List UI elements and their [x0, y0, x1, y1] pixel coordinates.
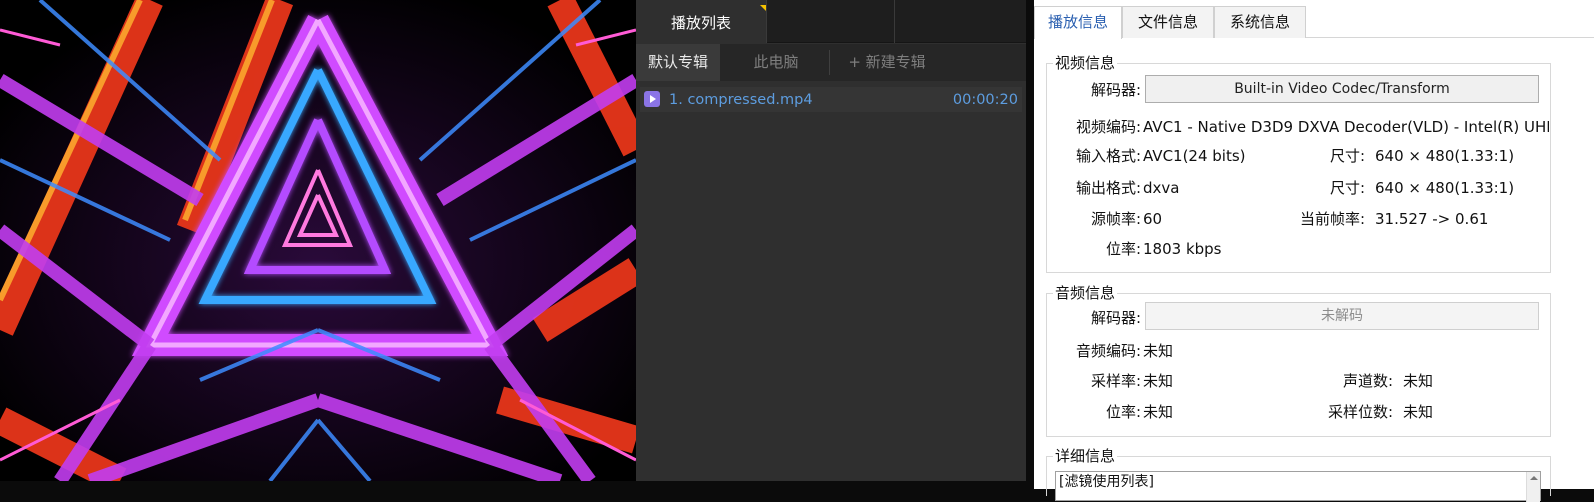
playlist-panel: 播放列表 默认专辑 此电脑 + 新建专辑 1. compressed.mp4 0… — [636, 0, 1026, 481]
panel-gap — [1026, 0, 1034, 489]
video-decoder-label: 解码器: — [1090, 81, 1141, 99]
detail-text: [滤镜使用列表] — [1059, 474, 1154, 490]
playlist-item-name: 1. compressed.mp4 — [669, 92, 813, 108]
sample-rate-label: 采样率: — [1090, 372, 1141, 390]
info-tab-bar: 播放信息 文件信息 系统信息 — [1034, 6, 1594, 39]
tab-divider — [766, 0, 767, 43]
input-format-label: 输入格式: — [1075, 147, 1141, 165]
source-fps-value: 60 — [1143, 210, 1163, 228]
video-neon-tunnel-image — [0, 0, 636, 481]
detail-info-title: 详细信息 — [1053, 446, 1118, 466]
source-fps-label: 源帧率: — [1090, 210, 1141, 228]
video-codec-label: 视频编码: — [1075, 118, 1141, 136]
output-format-label: 输出格式: — [1075, 179, 1141, 197]
video-bitrate-value: 1803 kbps — [1143, 240, 1222, 258]
output-size-value: 640 × 480(1.33:1) — [1375, 179, 1515, 197]
audio-decoder-button: 未解码 — [1145, 302, 1539, 330]
channels-value: 未知 — [1403, 372, 1434, 390]
sample-bits-label: 采样位数: — [1327, 403, 1393, 421]
tab-divider — [894, 0, 895, 43]
detail-info-group: 详细信息 [滤镜使用列表] — [1046, 446, 1551, 502]
audio-codec-label: 音频编码: — [1075, 342, 1141, 360]
playlist-item-duration: 00:00:20 — [952, 92, 1018, 108]
current-fps-label: 当前帧率: — [1299, 210, 1365, 228]
video-bitrate-label: 位率: — [1105, 240, 1141, 258]
video-decoder-button[interactable]: Built-in Video Codec/Transform — [1145, 75, 1539, 103]
audio-bitrate-value: 未知 — [1143, 403, 1174, 421]
video-codec-value: AVC1 - Native D3D9 DXVA Decoder(VLD) - I… — [1143, 118, 1549, 136]
detail-textbox[interactable]: [滤镜使用列表] — [1055, 471, 1541, 502]
video-file-icon — [644, 91, 660, 107]
album-bar: 默认专辑 此电脑 + 新建专辑 — [636, 44, 1026, 81]
video-frame[interactable] — [0, 0, 636, 481]
tab-file-info[interactable]: 文件信息 — [1122, 6, 1214, 38]
tab-system-info[interactable]: 系统信息 — [1214, 6, 1306, 38]
sample-rate-value: 未知 — [1143, 372, 1174, 390]
video-info-group: 视频信息 解码器: Built-in Video Codec/Transform… — [1046, 53, 1551, 273]
audio-info-title: 音频信息 — [1053, 283, 1118, 303]
new-album-button[interactable]: + 新建专辑 — [832, 44, 942, 81]
album-tab-default[interactable]: 默认专辑 — [636, 44, 720, 81]
input-size-label: 尺寸: — [1329, 147, 1365, 165]
input-size-value: 640 × 480(1.33:1) — [1375, 147, 1515, 165]
album-tab-this-pc[interactable]: 此电脑 — [722, 44, 830, 81]
tab-playback-info[interactable]: 播放信息 — [1034, 6, 1122, 39]
audio-info-group: 音频信息 解码器: 未解码 音频编码: 未知 采样率: 未知 声道数: 未知 位… — [1046, 283, 1551, 437]
audio-decoder-label: 解码器: — [1090, 309, 1141, 327]
channels-label: 声道数: — [1342, 372, 1393, 390]
output-size-label: 尺寸: — [1329, 179, 1365, 197]
tab-playlist[interactable]: 播放列表 — [636, 0, 766, 43]
output-format-value: dxva — [1143, 179, 1180, 197]
video-info-title: 视频信息 — [1053, 53, 1118, 73]
info-panel: 播放信息 文件信息 系统信息 视频信息 解码器: Built-in Video … — [1034, 0, 1594, 502]
audio-codec-value: 未知 — [1143, 342, 1174, 360]
sample-bits-value: 未知 — [1403, 403, 1434, 421]
input-format-value: AVC1(24 bits) — [1143, 147, 1246, 165]
current-fps-value: 31.527 -> 0.61 — [1375, 210, 1489, 228]
audio-bitrate-label: 位率: — [1105, 403, 1141, 421]
playlist-item[interactable]: 1. compressed.mp4 00:00:20 — [640, 87, 1022, 112]
playlist-header: 播放列表 — [636, 0, 1026, 43]
album-divider — [829, 50, 830, 75]
detail-scrollbar[interactable] — [1526, 472, 1540, 502]
